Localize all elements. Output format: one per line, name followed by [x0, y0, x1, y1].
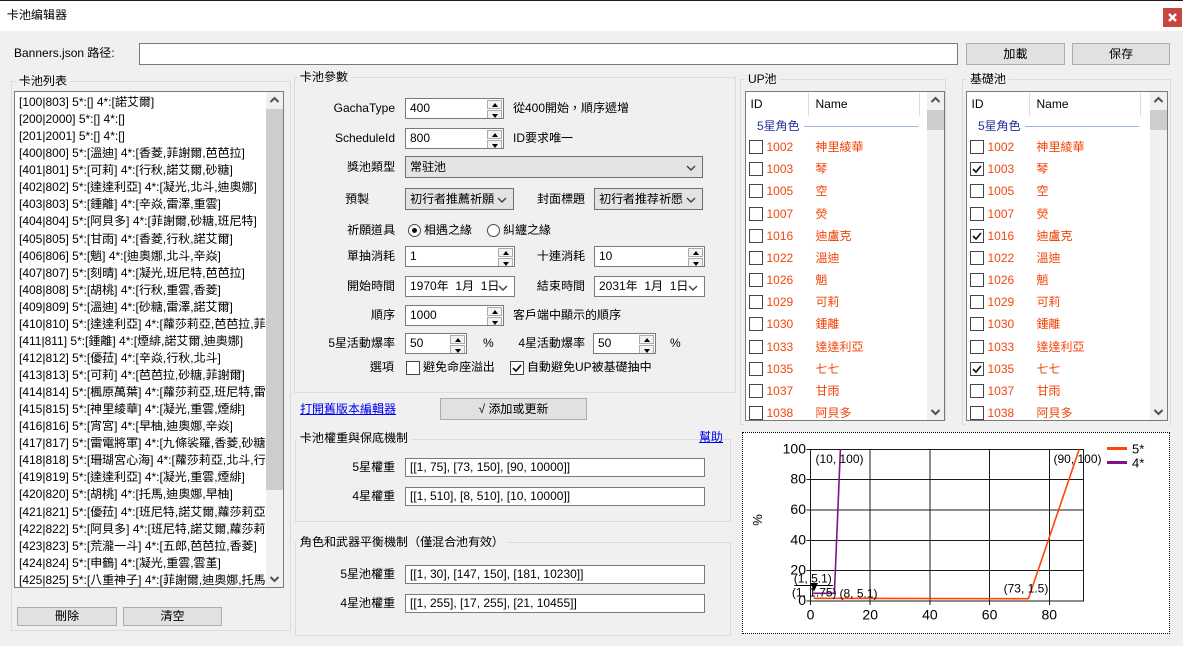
- svg-text:4*: 4*: [1132, 456, 1144, 471]
- svg-text:(90, 100): (90, 100): [1053, 452, 1101, 466]
- svg-text:60: 60: [790, 501, 806, 517]
- svg-text:5*: 5*: [1132, 442, 1144, 457]
- svg-text:(10, 100): (10, 100): [815, 452, 863, 466]
- svg-text:80: 80: [790, 471, 806, 487]
- svg-text:0: 0: [807, 606, 815, 622]
- svg-text:20: 20: [862, 606, 878, 622]
- svg-text:(73, 1.5): (73, 1.5): [1004, 581, 1049, 595]
- svg-text:40: 40: [790, 531, 806, 547]
- svg-text:60: 60: [982, 606, 998, 622]
- svg-text:%: %: [750, 514, 765, 526]
- svg-text:40: 40: [922, 606, 938, 622]
- svg-text:100: 100: [783, 440, 807, 456]
- svg-text:80: 80: [1042, 606, 1058, 622]
- svg-text:(8, 5.1): (8, 5.1): [839, 586, 877, 600]
